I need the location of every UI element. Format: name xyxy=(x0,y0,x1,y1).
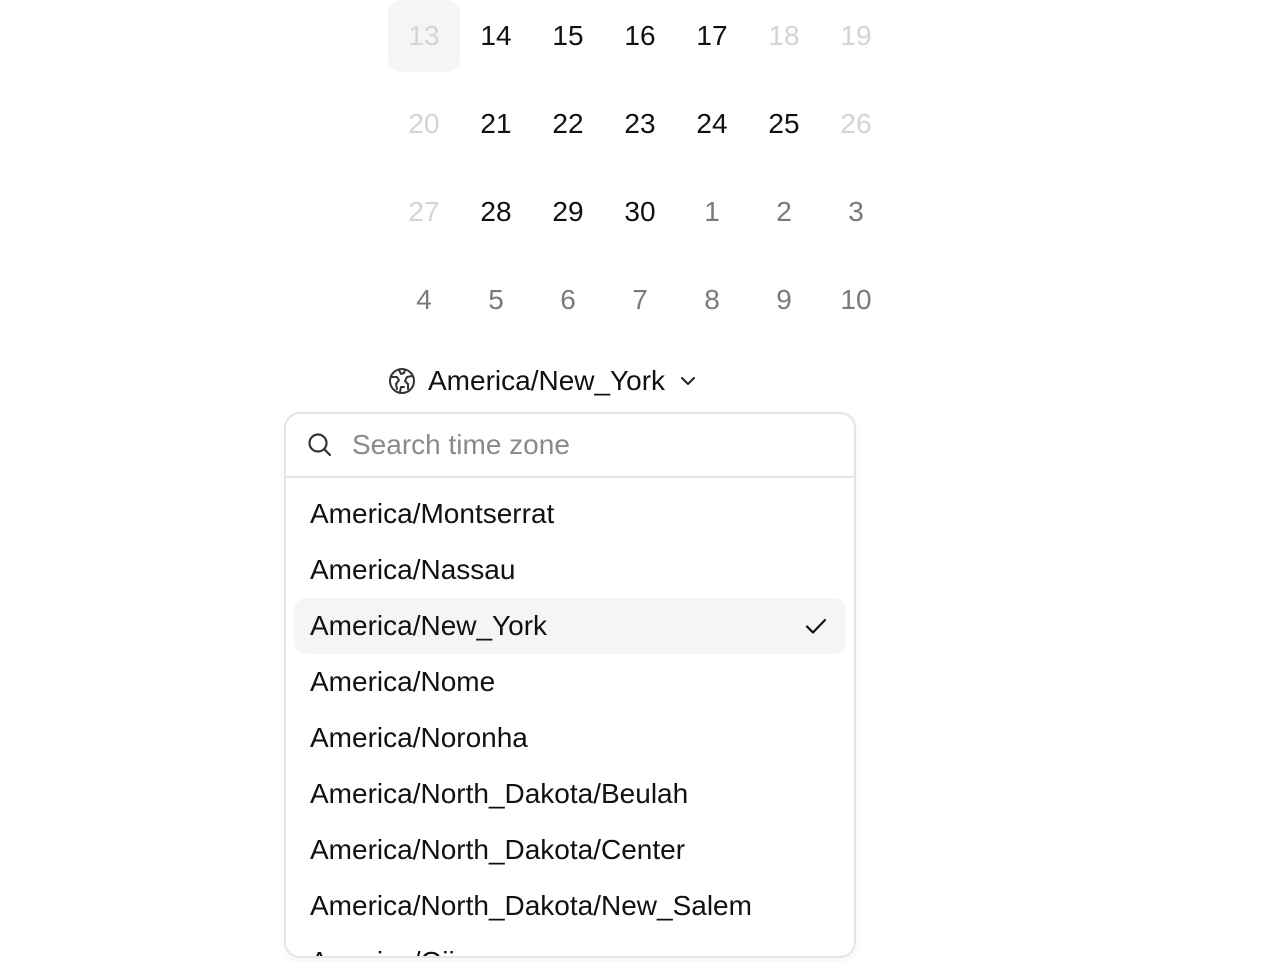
timezone-option[interactable]: America/North_Dakota/Beulah xyxy=(294,766,846,822)
calendar-day: 18 xyxy=(768,20,800,51)
timezone-search-input[interactable] xyxy=(350,428,814,462)
calendar-day[interactable]: 7 xyxy=(604,264,676,336)
calendar-week: 4 5 6 7 8 9 10 xyxy=(388,264,892,352)
calendar-day[interactable]: 17 xyxy=(676,0,748,72)
calendar-day[interactable]: 5 xyxy=(460,264,532,336)
timezone-option[interactable]: America/Ojinaga xyxy=(294,934,846,956)
timezone-option[interactable]: America/Nassau xyxy=(294,542,846,598)
timezone-option[interactable]: America/North_Dakota/Center xyxy=(294,822,846,878)
calendar-week: 20 21 22 23 24 25 26 xyxy=(388,88,892,176)
timezone-option-label: America/Ojinaga xyxy=(310,946,517,956)
globe-icon xyxy=(388,367,416,395)
calendar-day[interactable]: 8 xyxy=(676,264,748,336)
calendar-day[interactable]: 29 xyxy=(532,176,604,248)
calendar-day[interactable]: 15 xyxy=(532,0,604,72)
timezone-selected-label: America/New_York xyxy=(428,365,666,396)
chevron-down-icon xyxy=(677,370,699,392)
calendar-day: 26 xyxy=(840,108,872,139)
calendar-day[interactable]: 22 xyxy=(532,88,604,160)
search-icon xyxy=(306,431,334,459)
calendar-day[interactable]: 2 xyxy=(748,176,820,248)
calendar-day[interactable]: 24 xyxy=(676,88,748,160)
timezone-option[interactable]: America/North_Dakota/New_Salem xyxy=(294,878,846,934)
calendar-day[interactable]: 16 xyxy=(604,0,676,72)
timezone-option-label: America/New_York xyxy=(310,610,548,641)
timezone-dropdown: America/Montserrat America/Nassau America/… xyxy=(284,412,856,958)
timezone-option-label: America/Nome xyxy=(310,666,496,697)
calendar-day[interactable]: 1 xyxy=(676,176,748,248)
timezone-option-label: America/Noronha xyxy=(310,722,528,753)
calendar-day: 13 xyxy=(388,0,460,72)
calendar-day[interactable]: 21 xyxy=(460,88,532,160)
check-icon xyxy=(802,612,830,640)
timezone-option-label: America/North_Dakota/Beulah xyxy=(310,778,689,809)
calendar-day[interactable]: 3 xyxy=(820,176,892,248)
calendar-grid: 13 14 15 16 17 18 19 20 21 22 23 24 25 26 27 28 29 30 1 2 3 4… xyxy=(388,0,892,352)
calendar-day[interactable]: 14 xyxy=(460,0,532,72)
search-row xyxy=(286,414,854,478)
calendar-day[interactable]: 10 xyxy=(820,264,892,336)
calendar-week: 13 14 15 16 17 18 19 xyxy=(388,0,892,88)
calendar-day[interactable]: 28 xyxy=(460,176,532,248)
calendar-day[interactable]: 4 xyxy=(388,264,460,336)
calendar-day[interactable]: 25 xyxy=(748,88,820,160)
calendar-week: 27 28 29 30 1 2 3 xyxy=(388,176,892,264)
calendar-day[interactable]: 23 xyxy=(604,88,676,160)
timezone-option-label: America/North_Dakota/New_Salem xyxy=(310,890,752,921)
calendar-day[interactable]: 30 xyxy=(604,176,676,248)
calendar-day[interactable]: 6 xyxy=(532,264,604,336)
timezone-option[interactable]: America/Nome xyxy=(294,654,846,710)
calendar-day: 20 xyxy=(408,108,440,139)
timezone-trigger[interactable]: America/New_York xyxy=(388,362,699,400)
calendar-day: 19 xyxy=(840,20,872,51)
timezone-option[interactable]: America/New_York xyxy=(294,598,846,654)
timezone-option-label: America/North_Dakota/Center xyxy=(310,834,686,865)
timezone-options-list: America/Montserrat America/Nassau America/… xyxy=(286,478,854,956)
timezone-option-label: America/Nassau xyxy=(310,554,516,585)
calendar-day[interactable]: 9 xyxy=(748,264,820,336)
calendar-day: 27 xyxy=(408,196,440,227)
timezone-option[interactable]: America/Montserrat xyxy=(294,486,846,542)
timezone-option[interactable]: America/Noronha xyxy=(294,710,846,766)
timezone-option-label: America/Montserrat xyxy=(310,498,555,529)
